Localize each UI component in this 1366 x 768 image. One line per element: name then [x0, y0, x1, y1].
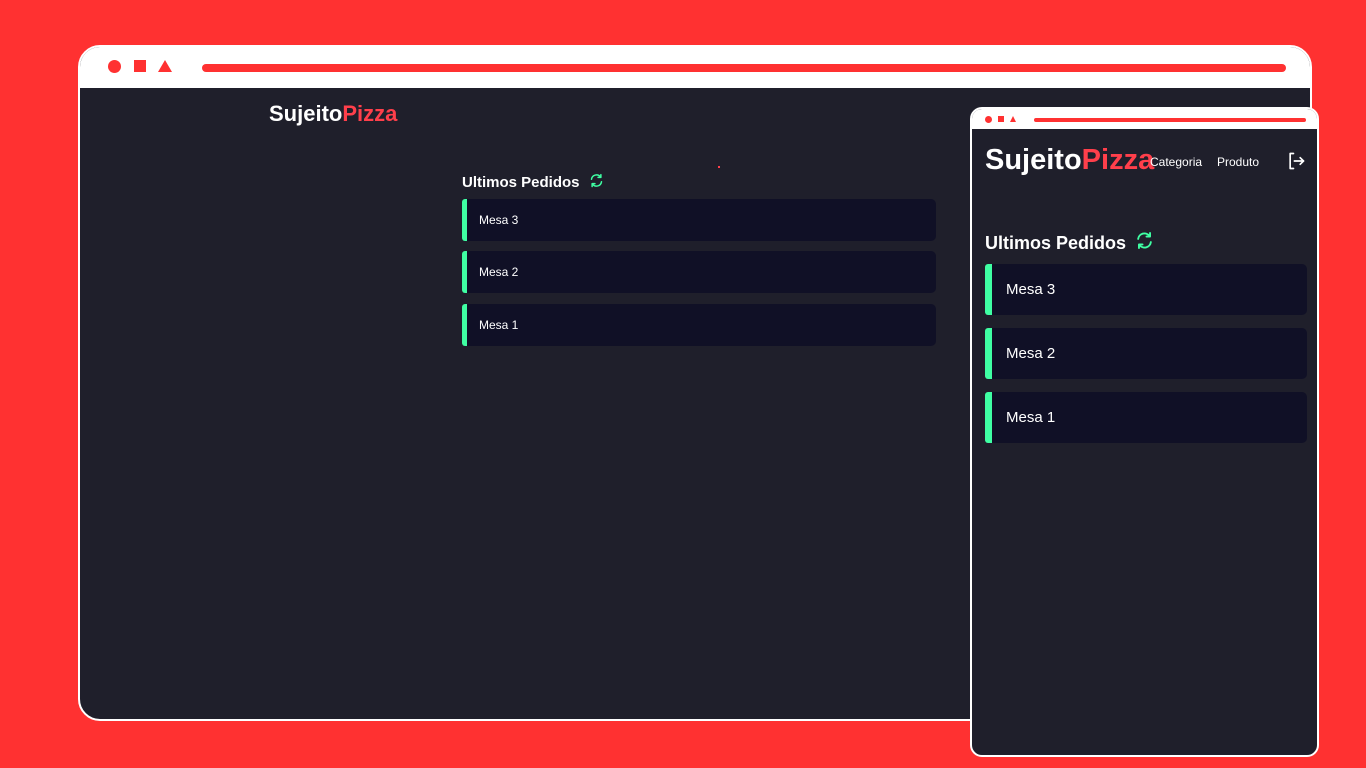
window-titlebar [972, 109, 1317, 129]
circle-icon [108, 60, 121, 73]
section-title: Ultimos Pedidos [985, 232, 1127, 253]
red-dot [718, 166, 720, 168]
logout-icon[interactable] [1286, 151, 1306, 176]
order-label: Mesa 1 [1006, 409, 1056, 426]
logo[interactable]: SujeitoPizza [985, 144, 1154, 177]
order-item[interactable]: Mesa 1 [462, 304, 936, 346]
order-status-bar [462, 199, 467, 241]
nav-link-produto[interactable]: Produto [1217, 155, 1259, 169]
triangle-icon [1010, 116, 1016, 122]
address-bar[interactable] [1034, 118, 1306, 122]
order-label: Mesa 3 [1006, 281, 1056, 298]
logo-text-primary: Sujeito [269, 101, 343, 126]
order-status-bar [462, 304, 467, 346]
order-status-bar [985, 328, 992, 379]
window-titlebar [80, 47, 1310, 88]
order-item[interactable]: Mesa 3 [462, 199, 936, 241]
logo[interactable]: SujeitoPizza [269, 101, 397, 127]
logo-text-primary: Sujeito [985, 144, 1082, 176]
order-item[interactable]: Mesa 3 [985, 264, 1307, 315]
order-label: Mesa 2 [1006, 345, 1056, 362]
logo-text-accent: Pizza [1081, 144, 1155, 176]
order-label: Mesa 3 [479, 213, 519, 227]
triangle-icon [158, 60, 172, 72]
logo-text-accent: Pizza [342, 101, 398, 126]
square-icon [998, 116, 1004, 122]
refresh-icon[interactable] [1135, 231, 1154, 255]
section-title: Ultimos Pedidos [462, 174, 580, 191]
section-header: Ultimos Pedidos [462, 173, 604, 192]
refresh-icon[interactable] [589, 173, 604, 192]
address-bar[interactable] [202, 64, 1286, 72]
mobile-window: SujeitoPizza Categoria Produto Ultimos P… [970, 107, 1319, 757]
order-item[interactable]: Mesa 1 [985, 392, 1307, 443]
nav-link-categoria[interactable]: Categoria [1150, 155, 1202, 169]
order-status-bar [985, 392, 992, 443]
circle-icon [985, 116, 992, 123]
order-label: Mesa 1 [479, 318, 519, 332]
order-item[interactable]: Mesa 2 [985, 328, 1307, 379]
order-item[interactable]: Mesa 2 [462, 251, 936, 293]
order-label: Mesa 2 [479, 265, 519, 279]
section-header: Ultimos Pedidos [985, 231, 1154, 255]
square-icon [134, 60, 146, 72]
order-status-bar [985, 264, 992, 315]
order-status-bar [462, 251, 467, 293]
